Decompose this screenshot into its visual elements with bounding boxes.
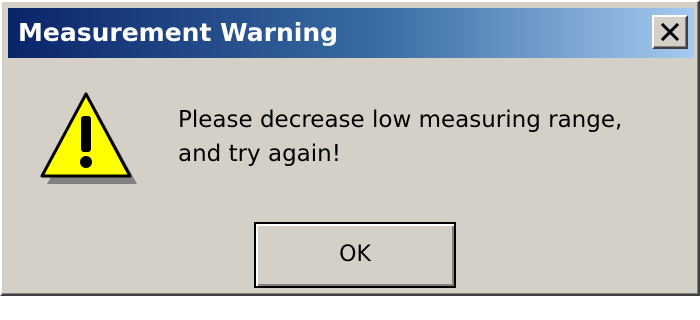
close-button[interactable] <box>652 15 688 49</box>
message-line-1: Please decrease low measuring range, <box>178 107 623 133</box>
ok-button[interactable]: OK <box>254 222 456 288</box>
window-title: Measurement Warning <box>18 18 339 47</box>
message-line-2: and try again! <box>178 141 341 167</box>
measurement-warning-dialog: Measurement Warning Please decrease low … <box>0 0 700 296</box>
title-bar[interactable]: Measurement Warning <box>8 8 694 58</box>
close-icon <box>661 23 679 41</box>
warning-message: Please decrease low measuring range, and… <box>178 103 688 171</box>
warning-icon <box>40 92 137 184</box>
